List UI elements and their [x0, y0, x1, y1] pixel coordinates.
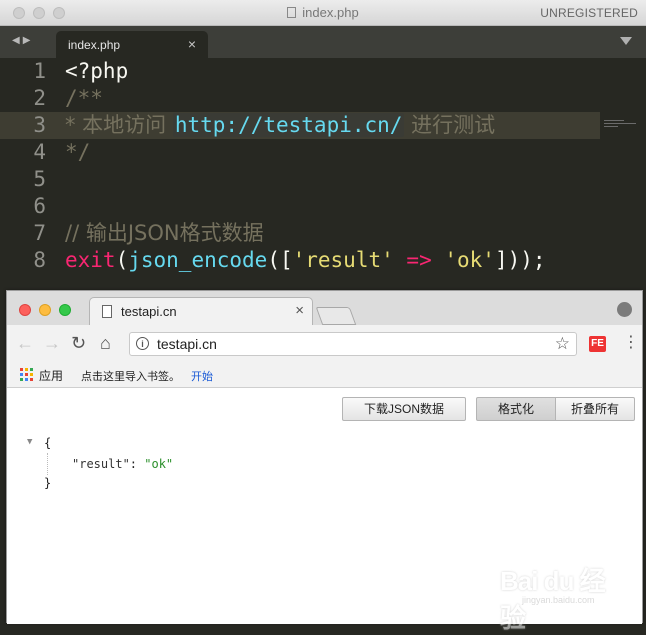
address-bar[interactable]: i testapi.cn ☆: [129, 332, 577, 356]
editor-titlebar: index.php UNREGISTERED: [0, 0, 646, 26]
line-number: 3: [33, 113, 46, 137]
browser-minimize-button[interactable]: [39, 304, 51, 316]
code-line-current: 3 * 本地访问 http://testapi.cn/ 进行测试: [0, 112, 600, 139]
bookmark-star-icon[interactable]: ☆: [555, 334, 570, 354]
line-number: 7: [33, 221, 46, 245]
close-icon[interactable]: ×: [295, 302, 304, 319]
code-text: /**: [65, 86, 103, 110]
json-open-brace: {: [44, 436, 52, 450]
line-number: 4: [33, 140, 46, 164]
format-button[interactable]: 格式化: [476, 397, 556, 421]
bookmarks-bar: 应用 点击这里导入书签。 开始: [7, 362, 642, 388]
code-text: // 输出JSON格式数据: [65, 221, 264, 245]
code-line: 5: [0, 166, 646, 193]
home-button[interactable]: ⌂: [100, 333, 111, 353]
baidu-jingyan-watermark: Bai du 经验 jingyan.baidu.com: [500, 553, 620, 633]
chevron-down-icon[interactable]: [620, 37, 632, 45]
browser-zoom-button[interactable]: [59, 304, 71, 316]
tab-nav-arrows-icon[interactable]: ◀▶: [12, 35, 33, 46]
bookmark-import-hint[interactable]: 点击这里导入书签。: [81, 368, 180, 384]
line-number: 6: [33, 194, 46, 218]
browser-tabstrip: testapi.cn ×: [7, 291, 642, 325]
close-icon[interactable]: ×: [188, 36, 196, 52]
download-json-button[interactable]: 下载JSON数据: [342, 397, 466, 421]
code-line: 2 /**: [0, 85, 646, 112]
collapse-all-button[interactable]: 折叠所有: [555, 397, 635, 421]
code-url: http://testapi.cn/: [172, 113, 405, 137]
line-number: 1: [33, 59, 46, 83]
code-line: 8 exit(json_encode(['result' => 'ok']));: [0, 247, 646, 274]
browser-close-button[interactable]: [19, 304, 31, 316]
page-icon: [102, 305, 112, 318]
editor-tab-index[interactable]: index.php ×: [56, 31, 208, 58]
reload-button[interactable]: ↻: [71, 333, 86, 353]
json-indent-guide: [47, 453, 48, 475]
line-number: 2: [33, 86, 46, 110]
json-entry: "result": "ok": [72, 457, 174, 471]
new-tab-button[interactable]: [315, 307, 357, 325]
editor-tabbar: ◀▶ index.php ×: [0, 26, 646, 58]
code-text: exit(json_encode(['result' => 'ok']));: [65, 248, 546, 272]
code-text: */: [65, 140, 91, 164]
expand-toggle-icon[interactable]: ▼: [27, 437, 32, 447]
code-text: <?php: [65, 59, 129, 83]
editor-tab-label: index.php: [68, 38, 121, 52]
file-icon: [287, 7, 297, 18]
apps-grid-icon[interactable]: [20, 368, 33, 381]
forward-button[interactable]: →: [43, 333, 61, 353]
back-button[interactable]: ←: [16, 333, 34, 353]
minimap[interactable]: [604, 120, 640, 134]
line-number: 8: [33, 248, 46, 272]
json-close-brace: }: [44, 476, 52, 490]
line-number: 5: [33, 167, 46, 191]
bookmark-start-link[interactable]: 开始: [191, 368, 213, 384]
unregistered-label: UNREGISTERED: [540, 6, 638, 20]
bookmark-apps[interactable]: 应用: [39, 367, 63, 384]
code-line: 6: [0, 193, 646, 220]
info-icon[interactable]: i: [136, 337, 149, 350]
watermark-sub: jingyan.baidu.com: [522, 595, 595, 605]
browser-toolbar: ← → ↻ ⌂ i testapi.cn ☆ FE ⋮: [7, 325, 642, 362]
code-line: 1 <?php: [0, 58, 646, 85]
code-line: 7 // 输出JSON格式数据: [0, 220, 646, 247]
profile-icon[interactable]: [617, 302, 632, 317]
code-text: * 本地访问 http://testapi.cn/ 进行测试: [65, 113, 496, 137]
browser-tab-testapi[interactable]: testapi.cn ×: [89, 297, 313, 325]
browser-window-controls[interactable]: [19, 304, 71, 316]
code-editor[interactable]: 1 <?php 2 /** 3 * 本地访问 http://testapi.cn…: [0, 58, 646, 290]
fehelper-extension-icon[interactable]: FE: [589, 336, 606, 352]
menu-button[interactable]: ⋮: [623, 334, 639, 352]
address-text[interactable]: testapi.cn: [157, 336, 217, 352]
code-line: 4 */: [0, 139, 646, 166]
browser-tab-title: testapi.cn: [121, 304, 177, 319]
